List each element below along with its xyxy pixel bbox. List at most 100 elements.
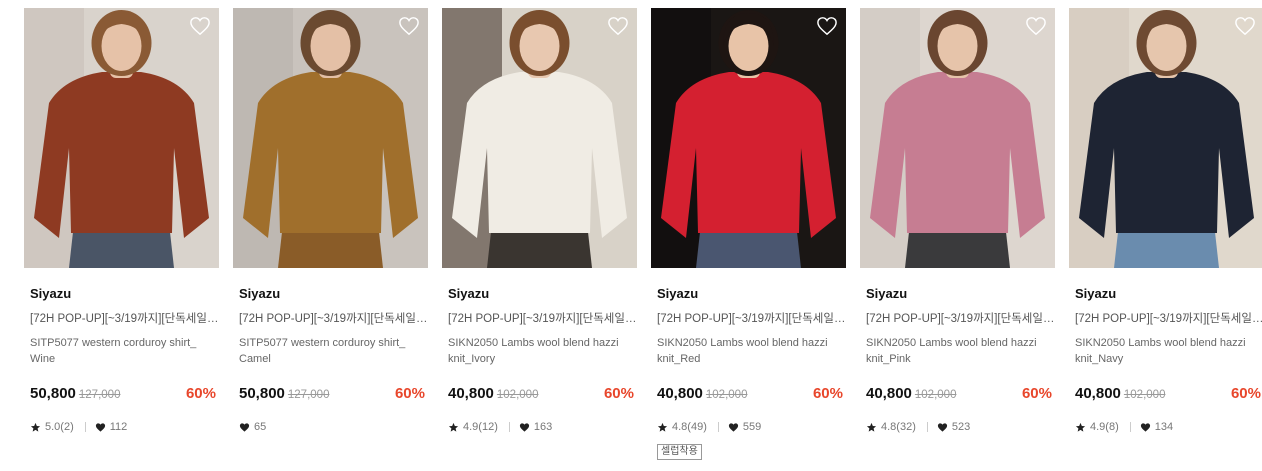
product-title[interactable]: [72H POP-UP][~3/19까지][단독세일] SIKN2050 Lam… <box>448 310 638 326</box>
product-description[interactable]: SITP5077 western corduroy shirt_ Wine <box>30 335 220 367</box>
price-row: 50,800 127,000 60% <box>239 385 425 405</box>
product-image[interactable] <box>651 8 846 268</box>
price-row: 50,800 127,000 60% <box>30 385 216 405</box>
original-price: 102,000 <box>496 389 539 401</box>
product-photo <box>860 8 1055 268</box>
price-row: 40,800 102,000 60% <box>866 385 1052 405</box>
divider <box>926 422 928 432</box>
star-icon <box>30 422 41 432</box>
heart-outline-icon[interactable] <box>1025 16 1047 36</box>
rating-value: 5.0(2) <box>45 421 74 433</box>
brand-name[interactable]: Siyazu <box>866 286 907 301</box>
discount-rate: 60% <box>1230 385 1261 402</box>
discount-rate: 60% <box>394 385 425 402</box>
product-photo <box>651 8 846 268</box>
heart-filled-icon <box>95 422 105 432</box>
product-card[interactable]: Siyazu [72H POP-UP][~3/19까지][단독세일] SITP5… <box>233 8 429 433</box>
like-count: 112 <box>95 421 128 433</box>
product-photo <box>1069 8 1262 268</box>
divider <box>1129 422 1131 432</box>
review-meta: 4.8(32) 523 <box>866 420 970 434</box>
rating: 4.9(8) <box>1075 421 1140 433</box>
star-icon <box>1075 422 1086 432</box>
product-description[interactable]: SIKN2050 Lambs wool blend hazzi knit_Red <box>657 335 847 367</box>
price-row: 40,800 102,000 60% <box>448 385 634 405</box>
review-meta: 4.9(12) 163 <box>448 420 552 434</box>
sale-price: 40,800 <box>1075 385 1121 402</box>
like-count: 134 <box>1140 421 1173 433</box>
rating-value: 4.9(8) <box>1090 421 1119 433</box>
like-value: 523 <box>951 421 971 433</box>
original-price: 102,000 <box>705 389 748 401</box>
product-card[interactable]: Siyazu [72H POP-UP][~3/19까지][단독세일] SITP5… <box>24 8 220 433</box>
price-row: 40,800 102,000 60% <box>657 385 843 405</box>
heart-outline-icon[interactable] <box>816 16 838 36</box>
product-description[interactable]: SITP5077 western corduroy shirt_ Camel <box>239 335 429 367</box>
sale-price: 40,800 <box>448 385 494 402</box>
like-value: 112 <box>109 421 128 433</box>
review-meta: 4.9(8) 134 <box>1075 420 1173 434</box>
like-value: 65 <box>254 421 267 433</box>
product-title[interactable]: [72H POP-UP][~3/19까지][단독세일] SITP5077 wes… <box>239 310 429 326</box>
rating-value: 4.8(49) <box>672 421 707 433</box>
brand-name[interactable]: Siyazu <box>448 286 489 301</box>
discount-rate: 60% <box>185 385 216 402</box>
original-price: 127,000 <box>78 389 121 401</box>
product-card[interactable]: Siyazu [72H POP-UP][~3/19까지][단독세일] SIKN2… <box>1069 8 1262 433</box>
product-title[interactable]: [72H POP-UP][~3/19까지][단독세일] SIKN2050 Lam… <box>657 310 847 326</box>
rating: 4.8(49) <box>657 421 728 433</box>
sale-price: 40,800 <box>657 385 703 402</box>
product-description[interactable]: SIKN2050 Lambs wool blend hazzi knit_Ivo… <box>448 335 638 367</box>
star-icon <box>448 422 459 432</box>
brand-name[interactable]: Siyazu <box>30 286 71 301</box>
product-image[interactable] <box>233 8 428 268</box>
brand-name[interactable]: Siyazu <box>1075 286 1116 301</box>
brand-name[interactable]: Siyazu <box>239 286 280 301</box>
rating: 5.0(2) <box>30 421 95 433</box>
like-value: 134 <box>1154 421 1174 433</box>
product-description[interactable]: SIKN2050 Lambs wool blend hazzi knit_Nav… <box>1075 335 1262 367</box>
like-value: 559 <box>742 421 762 433</box>
product-photo <box>233 8 428 268</box>
like-value: 163 <box>533 421 553 433</box>
heart-filled-icon <box>937 422 947 432</box>
product-description[interactable]: SIKN2050 Lambs wool blend hazzi knit_Pin… <box>866 335 1056 367</box>
like-count: 523 <box>937 421 970 433</box>
original-price: 102,000 <box>1123 389 1166 401</box>
like-count: 65 <box>239 421 266 433</box>
discount-rate: 60% <box>812 385 843 402</box>
product-image[interactable] <box>442 8 637 268</box>
divider <box>717 422 719 432</box>
rating: 4.9(12) <box>448 421 519 433</box>
product-card[interactable]: Siyazu [72H POP-UP][~3/19까지][단독세일] SIKN2… <box>442 8 638 433</box>
price-row: 40,800 102,000 60% <box>1075 385 1261 405</box>
heart-outline-icon[interactable] <box>607 16 629 36</box>
like-count: 163 <box>519 421 552 433</box>
divider <box>508 422 510 432</box>
rating: 4.8(32) <box>866 421 937 433</box>
product-image[interactable] <box>860 8 1055 268</box>
review-meta: 65 <box>239 420 266 434</box>
heart-outline-icon[interactable] <box>1234 16 1256 36</box>
brand-name[interactable]: Siyazu <box>657 286 698 301</box>
like-count: 559 <box>728 421 761 433</box>
product-title[interactable]: [72H POP-UP][~3/19까지][단독세일] SIKN2050 Lam… <box>1075 310 1262 326</box>
original-price: 127,000 <box>287 389 330 401</box>
heart-filled-icon <box>728 422 738 432</box>
sale-price: 50,800 <box>239 385 285 402</box>
product-card[interactable]: Siyazu [72H POP-UP][~3/19까지][단독세일] SIKN2… <box>860 8 1056 433</box>
product-card[interactable]: Siyazu [72H POP-UP][~3/19까지][단독세일] SIKN2… <box>651 8 847 460</box>
product-image[interactable] <box>24 8 219 268</box>
product-title[interactable]: [72H POP-UP][~3/19까지][단독세일] SIKN2050 Lam… <box>866 310 1056 326</box>
divider <box>84 422 86 432</box>
discount-rate: 60% <box>603 385 634 402</box>
sale-price: 50,800 <box>30 385 76 402</box>
heart-outline-icon[interactable] <box>398 16 420 36</box>
rating-value: 4.8(32) <box>881 421 916 433</box>
product-title[interactable]: [72H POP-UP][~3/19까지][단독세일] SITP5077 wes… <box>30 310 220 326</box>
heart-filled-icon <box>519 422 529 432</box>
review-meta: 4.8(49) 559 <box>657 420 761 434</box>
heart-outline-icon[interactable] <box>189 16 211 36</box>
product-image[interactable] <box>1069 8 1262 268</box>
star-icon <box>866 422 877 432</box>
